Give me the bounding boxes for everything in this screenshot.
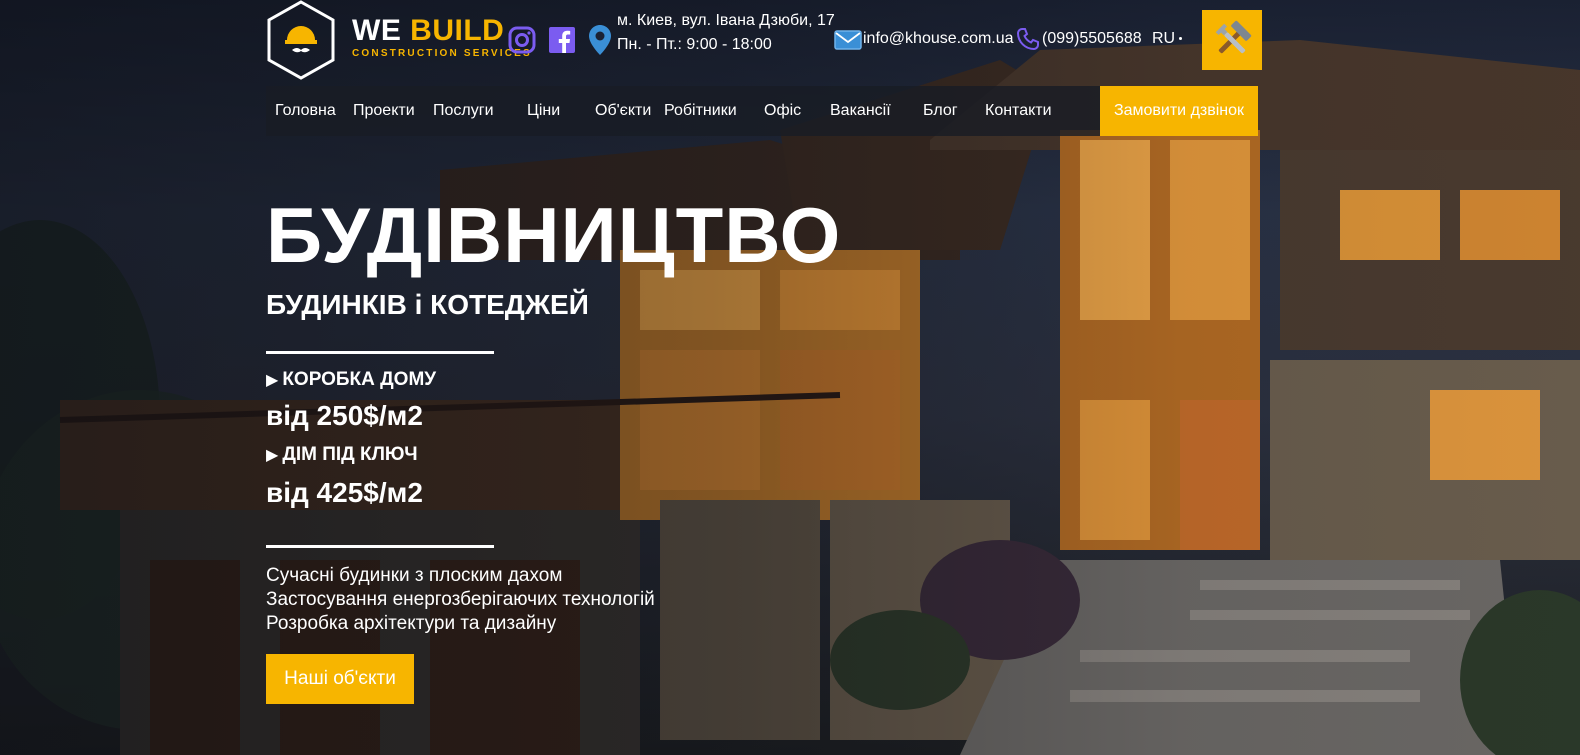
instagram-icon[interactable] (508, 26, 536, 54)
triangle-bullet-icon: ▶ (266, 372, 279, 389)
email-link[interactable]: info@khouse.com.ua (863, 30, 1014, 48)
nav-item-services[interactable]: Послуги (433, 86, 494, 136)
language-switcher[interactable]: RU (1152, 30, 1183, 48)
language-dot (1179, 37, 1183, 41)
nav-item-office[interactable]: Офіс (764, 86, 801, 136)
brand-title: WE BUILD (352, 14, 505, 47)
phone-link[interactable]: (099)5505688 (1042, 30, 1142, 48)
price-value-turnkey: від 425$/м2 (266, 477, 423, 508)
price-label-text: ДІМ ПІД КЛЮЧ (282, 444, 418, 465)
triangle-bullet-icon: ▶ (266, 447, 279, 464)
feature-item: Сучасні будинки з плоским дахом (266, 565, 563, 586)
nav-item-workers[interactable]: Робітники (664, 86, 737, 136)
hero-title: БУДІВНИЦТВО (266, 191, 842, 279)
price-value-box: від 250$/м2 (266, 400, 423, 431)
nav-item-projects[interactable]: Проекти (353, 86, 415, 136)
price-label-turnkey: ▶ ДІМ ПІД КЛЮЧ (266, 442, 418, 469)
location-pin-icon (588, 24, 612, 56)
language-label: RU (1152, 30, 1176, 47)
nav-item-contacts[interactable]: Контакти (985, 86, 1052, 136)
facebook-icon[interactable] (548, 26, 576, 54)
mail-icon (834, 30, 862, 50)
divider-top (266, 351, 494, 354)
working-hours: Пн. - Пт.: 9:00 - 18:00 (617, 36, 772, 53)
tools-menu-button[interactable] (1202, 10, 1262, 70)
brand-subtitle: CONSTRUCTION SERVICES (352, 48, 532, 59)
tools-icon (1215, 20, 1252, 54)
site-header: WE BUILD CONSTRUCTION SERVICES м. Киев, … (266, 0, 1266, 86)
brand-title-build: BUILD (410, 14, 505, 47)
nav-item-home[interactable]: Головна (275, 86, 336, 136)
brand-title-we: WE (352, 14, 402, 47)
our-objects-button[interactable]: Наші об'єкти (266, 654, 414, 704)
nav-item-blog[interactable]: Блог (923, 86, 958, 136)
divider-bottom (266, 545, 494, 548)
logo-hexagon-icon[interactable] (266, 0, 336, 80)
address-line: м. Киев, вул. Івана Дзюби, 17 (617, 12, 835, 29)
nav-item-objects[interactable]: Об'єкти (595, 86, 651, 136)
address-block: м. Киев, вул. Івана Дзюби, 17 Пн. - Пт.:… (617, 9, 835, 57)
order-call-button[interactable]: Замовити дзвінок (1100, 86, 1258, 136)
brand-logo[interactable]: WE BUILD CONSTRUCTION SERVICES (352, 14, 532, 62)
nav-item-vacancies[interactable]: Вакансії (830, 86, 891, 136)
price-label-text: КОРОБКА ДОМУ (282, 369, 437, 390)
hero-subtitle: БУДИНКІВ і КОТЕДЖЕЙ (266, 289, 589, 320)
feature-item: Застосування енергозберігаючих технологі… (266, 589, 655, 610)
main-navigation: Головна Проекти Послуги Ціни Об'єкти Роб… (266, 86, 1258, 136)
feature-item: Розробка архітектури та дизайну (266, 613, 557, 634)
nav-item-prices[interactable]: Ціни (527, 86, 560, 136)
phone-icon (1016, 27, 1040, 51)
price-label-box: ▶ КОРОБКА ДОМУ (266, 367, 436, 394)
